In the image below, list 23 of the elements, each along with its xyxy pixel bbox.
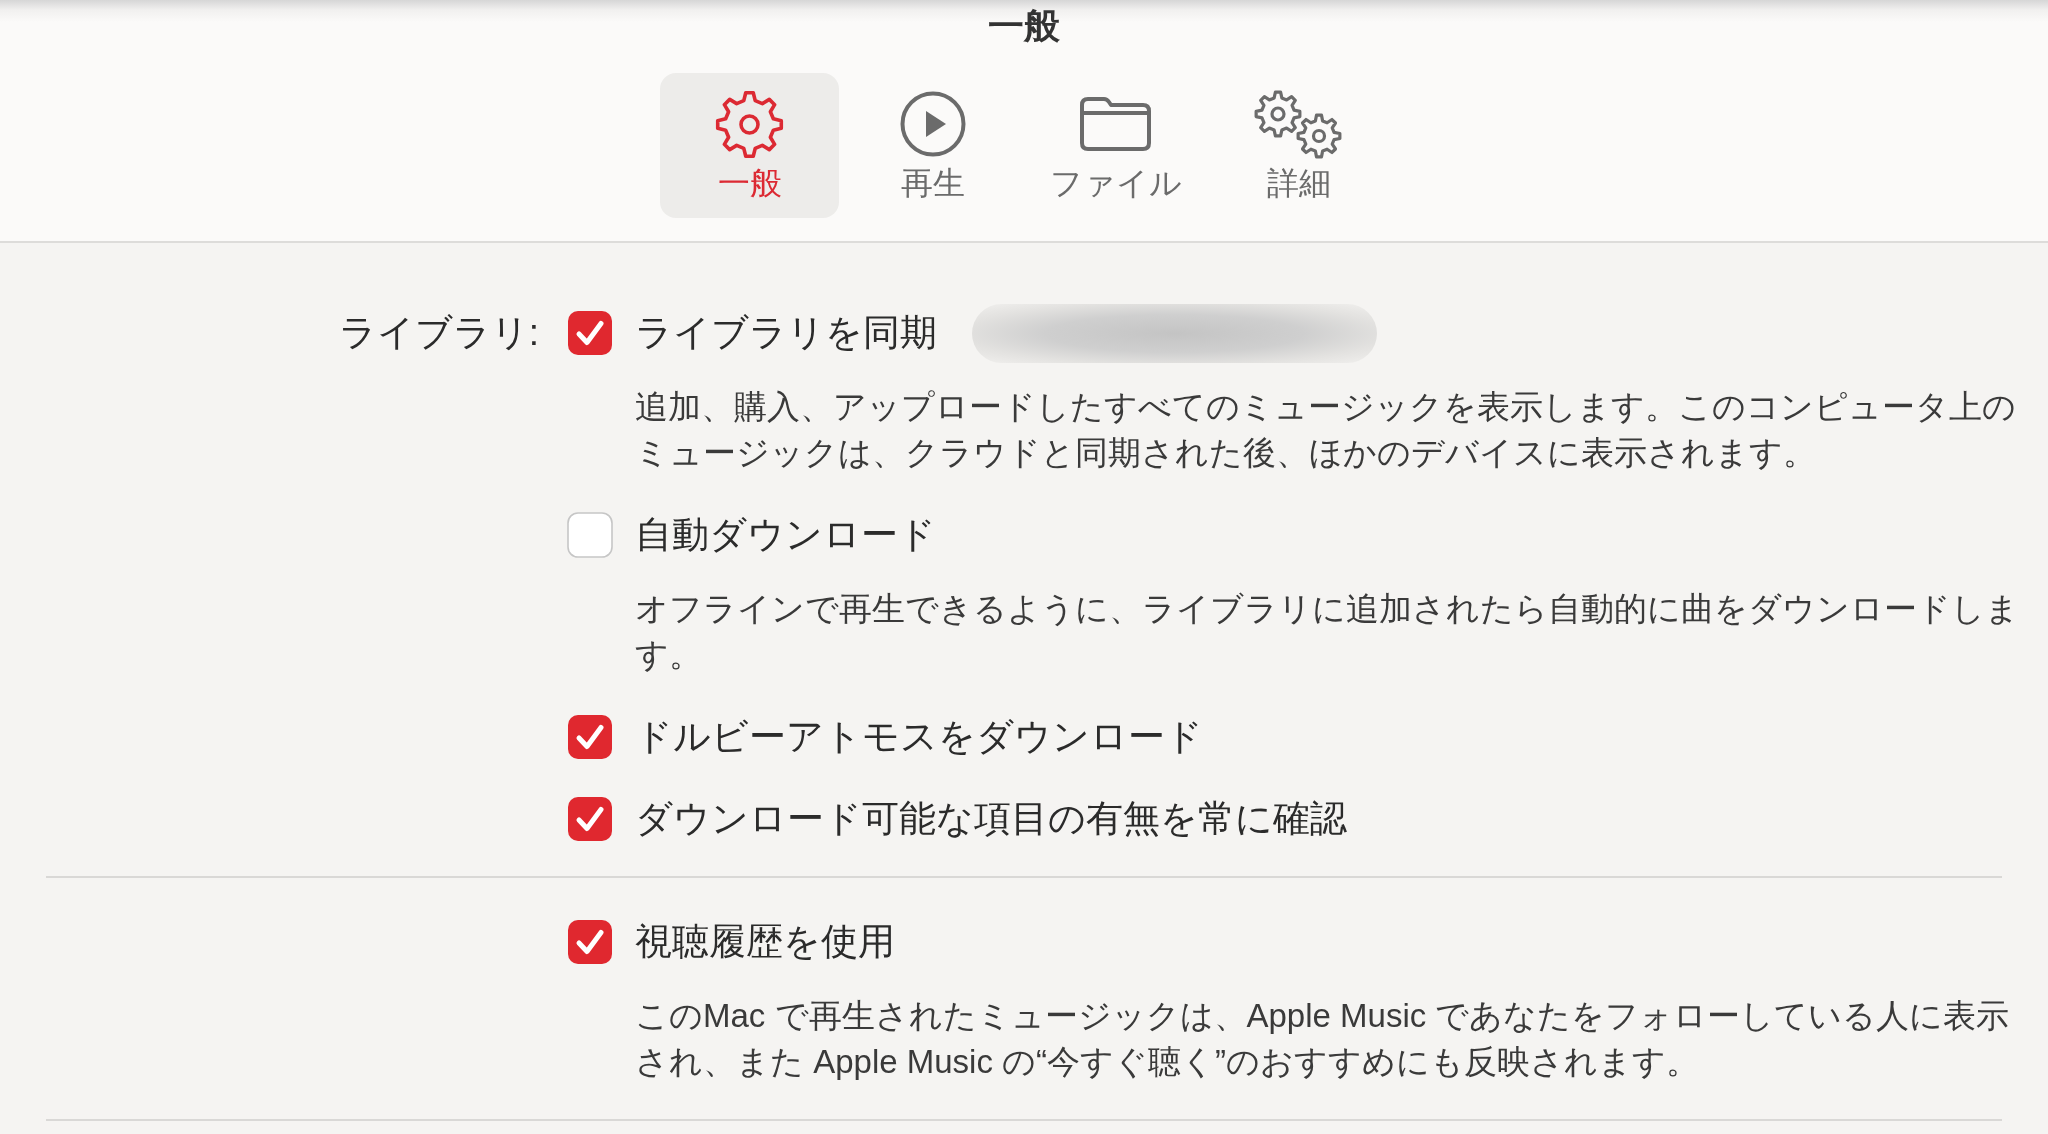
option-description: オフラインで再生できるように、ライブラリに追加されたら自動的に曲をダウンロードします。 <box>635 589 2020 675</box>
checkbox[interactable] <box>567 714 613 760</box>
option-label: ライブラリを同期 <box>635 311 937 355</box>
gear-icon <box>715 89 784 159</box>
toolbar-tab[interactable]: 再生 <box>843 73 1022 218</box>
toolbar-tab[interactable]: 一般 <box>660 73 839 218</box>
option-description: このMac で再生されたミュージックは、Apple Music であなたをフォローしている人に表示され、また Apple Music の“今すぐ聴く”のおすすめにも反映されます。 <box>635 996 2011 1082</box>
folder-icon <box>1079 96 1152 152</box>
section-label: ライブラリ: <box>338 311 539 355</box>
option-label: ドルビーアトモスをダウンロード <box>635 715 1203 759</box>
window-title: 一般 <box>988 4 1060 48</box>
checkbox[interactable] <box>567 919 613 965</box>
checkbox[interactable] <box>567 796 613 842</box>
checkbox[interactable] <box>567 512 613 558</box>
option-label: ダウンロード可能な項目の有無を常に確認 <box>635 797 1347 841</box>
toolbar-tab[interactable]: 詳細 <box>1209 73 1388 218</box>
checkbox[interactable] <box>567 310 613 356</box>
option-description: 追加、購入、アップロードしたすべてのミュージックを表示します。このコンピュータ上のミュージックは、クラウドと同期された後、ほかのデバイスに表示されます。 <box>635 387 2017 473</box>
option-label: 自動ダウンロード <box>635 513 936 557</box>
option-label: 視聴履歴を使用 <box>635 920 895 964</box>
play-circle-icon <box>899 91 966 157</box>
toolbar-tab[interactable]: ファイル <box>1026 73 1205 218</box>
gears-icon <box>1254 89 1343 159</box>
